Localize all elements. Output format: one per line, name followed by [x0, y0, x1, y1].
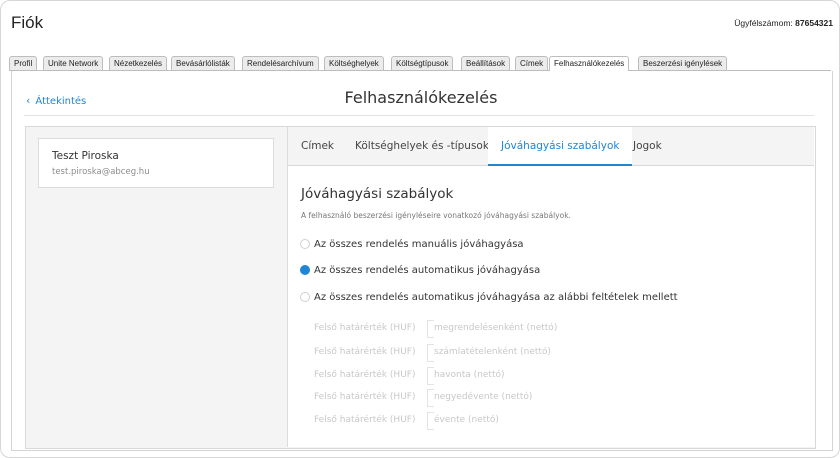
subtab-koltseghelyek-es-tipusok[interactable]: Költséghelyek és -típusok [355, 127, 489, 165]
subtab-jovahagyasi-szabalyok[interactable]: Jóváhagyási szabályok [488, 127, 633, 166]
limit-input-monthly[interactable] [427, 367, 434, 385]
limit-row-yearly: Felső határérték (HUF) évente (nettó) [314, 412, 634, 430]
tab-unite-network[interactable]: Unite Network [43, 56, 104, 70]
limit-row-per-invoice-item: Felső határérték (HUF) számlatételenként… [314, 344, 634, 362]
tab-koltsegtipusok[interactable]: Költségtípusok [391, 56, 454, 70]
radio-unselected[interactable] [300, 292, 310, 302]
account-tab-bar: Profil Unite Network Nézetkezelés Bevásá… [9, 54, 831, 71]
limit-suffix: megrendelésenként (nettó) [434, 323, 558, 333]
limit-suffix: havonta (nettó) [434, 370, 505, 380]
radio-unselected[interactable] [300, 239, 310, 249]
approval-option-label: Az összes rendelés automatikus jóváhagyá… [314, 265, 541, 276]
approval-option-manual[interactable]: Az összes rendelés manuális jóváhagyása [300, 239, 524, 250]
approval-option-label: Az összes rendelés automatikus jóváhagyá… [314, 292, 678, 303]
limit-suffix: évente (nettó) [434, 415, 499, 425]
divider [24, 115, 814, 116]
limit-input-per-order[interactable] [427, 320, 434, 338]
limit-row-quarterly: Felső határérték (HUF) negyedévente (net… [314, 389, 634, 407]
limit-label: Felső határérték (HUF) [314, 323, 416, 333]
account-window: Fiók Ügyfélszámom: 87654321 Profil Unite… [0, 0, 840, 458]
user-email: test.piroska@abceg.hu [52, 167, 150, 177]
limit-label: Felső határérték (HUF) [314, 415, 416, 425]
tab-beallitasok[interactable]: Beállítások [461, 56, 511, 70]
tab-cimek[interactable]: Címek [515, 56, 549, 70]
approval-option-automatic[interactable]: Az összes rendelés automatikus jóváhagyá… [300, 265, 540, 276]
section-description: A felhasználó beszerzési igényléseire vo… [301, 211, 571, 220]
limit-label: Felső határérték (HUF) [314, 370, 416, 380]
tab-felhasznalokezeles[interactable]: Felhasználókezelés [549, 56, 630, 71]
tab-rendelesarchivum[interactable]: Rendelésarchívum [242, 56, 319, 70]
user-detail-tabs: Címek Költséghelyek és -típusok Jóváhagy… [288, 127, 814, 166]
tab-beszerzesi-igenylesek[interactable]: Beszerzési igénylések [638, 56, 728, 70]
approval-option-conditional[interactable]: Az összes rendelés automatikus jóváhagyá… [300, 292, 678, 303]
customer-number-value: 87654321 [795, 18, 833, 28]
limit-row-monthly: Felső határérték (HUF) havonta (nettó) [314, 367, 634, 385]
tab-koltseghelyek[interactable]: Költséghelyek [324, 56, 384, 70]
subtab-jogok[interactable]: Jogok [633, 127, 662, 165]
subtab-cimek[interactable]: Címek [301, 127, 334, 165]
tab-bevasarlolistak[interactable]: Bevásárlólisták [171, 56, 235, 70]
limit-input-per-invoice-item[interactable] [427, 344, 434, 362]
page-title: Felhasználókezelés [344, 88, 498, 107]
limit-suffix: számlatételenként (nettó) [434, 347, 551, 357]
customer-number: Ügyfélszámom: 87654321 [734, 18, 833, 28]
limit-row-per-order: Felső határérték (HUF) megrendelésenként… [314, 320, 634, 338]
customer-number-label: Ügyfélszámom: [734, 18, 793, 28]
radio-selected[interactable] [300, 265, 310, 275]
user-name: Teszt Piroska [52, 150, 119, 162]
tab-nezetkezeles[interactable]: Nézetkezelés [109, 56, 168, 70]
limit-input-quarterly[interactable] [427, 389, 434, 407]
limit-input-yearly[interactable] [427, 412, 434, 430]
approval-option-label: Az összes rendelés manuális jóváhagyása [314, 239, 524, 250]
limit-label: Felső határérték (HUF) [314, 347, 416, 357]
limit-suffix: negyedévente (nettó) [434, 392, 533, 402]
section-title: Jóváhagyási szabályok [301, 186, 454, 202]
tab-profil[interactable]: Profil [9, 56, 38, 70]
user-list-item[interactable]: Teszt Piroska test.piroska@abceg.hu [38, 138, 274, 188]
limit-label: Felső határérték (HUF) [314, 392, 416, 402]
page-header-title: Fiók [11, 13, 44, 32]
